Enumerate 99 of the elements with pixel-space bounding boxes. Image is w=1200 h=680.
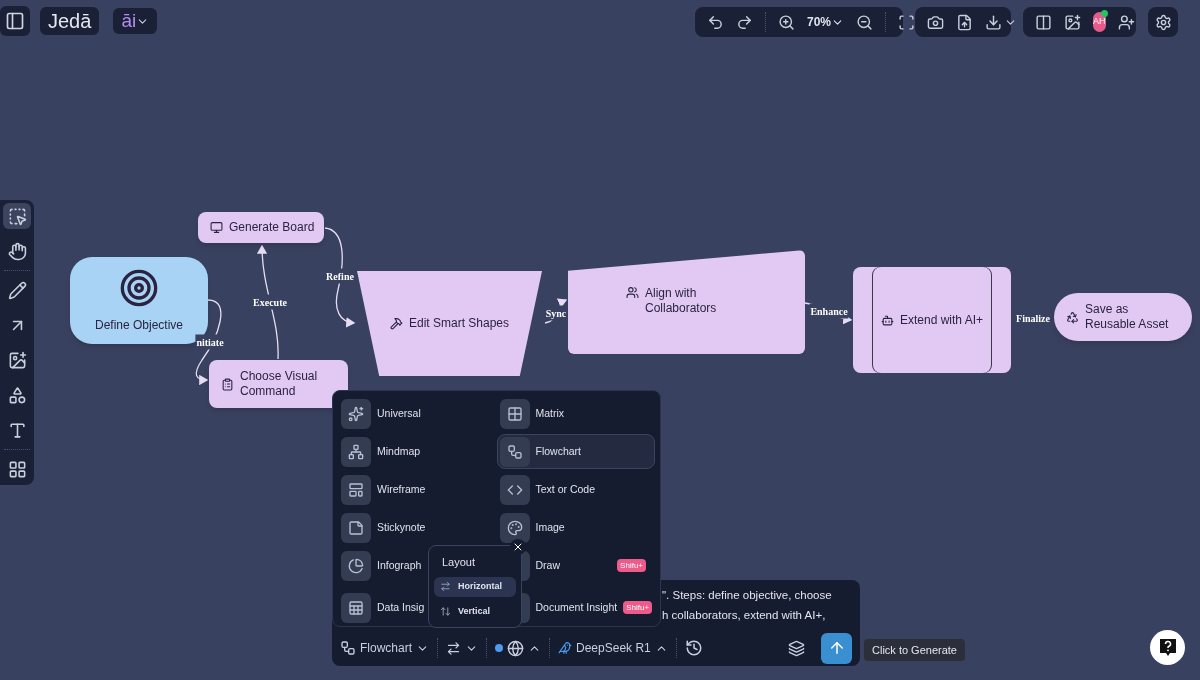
logo[interactable]: Jedā [40, 7, 100, 35]
pie-chart-icon [341, 550, 371, 581]
tooltip: Click to Generate [864, 639, 965, 661]
bird-icon [558, 641, 572, 655]
image-icon [1064, 13, 1081, 31]
prompt-field[interactable]: ". Steps: define objective, choose h collaborators, extend with AI+, [662, 585, 854, 625]
download-icon [985, 13, 1002, 31]
zoom-in-button[interactable] [778, 13, 795, 31]
node-label: Generate Board [229, 220, 315, 235]
grid-icon [499, 398, 530, 429]
edge-label: Enhance [809, 303, 849, 319]
layers-icon [788, 639, 805, 657]
wireframe-icon [341, 474, 371, 505]
target-icon [119, 268, 159, 308]
menu-item[interactable]: Wireframe [338, 472, 497, 507]
node-label: Save as Reusable Asset [1085, 302, 1170, 332]
add-user-button[interactable] [1117, 13, 1135, 31]
image-icon [7, 350, 27, 370]
model-dropdown[interactable]: DeepSeek R1 [558, 639, 668, 657]
settings-button[interactable] [1148, 7, 1178, 37]
edge-label: Execute [252, 294, 288, 310]
edge-label: Sync [544, 305, 568, 321]
plan-badge: Shifu+ [617, 559, 646, 572]
people-icon [626, 286, 639, 299]
sidebar-toggle-button[interactable] [0, 6, 30, 36]
code-icon [499, 474, 530, 505]
redo-icon [736, 13, 753, 31]
image-button[interactable] [1064, 13, 1081, 31]
text-icon [7, 420, 27, 440]
undo-button[interactable] [707, 13, 724, 31]
node-label: Define Objective [94, 318, 183, 333]
help-button[interactable] [1150, 630, 1185, 665]
layout-option[interactable]: Horizontal [434, 576, 516, 597]
flowchart-icon [340, 640, 356, 656]
vertical-arrows-icon [440, 606, 451, 617]
history-button[interactable] [684, 639, 703, 657]
zoom-out-button[interactable] [856, 13, 874, 31]
monitor-icon [210, 221, 223, 234]
layout-dropdown[interactable] [446, 640, 478, 656]
robot-icon [880, 313, 894, 327]
flowchart-icon [499, 436, 530, 467]
menu-item[interactable]: Matrix [496, 396, 655, 431]
layout-button[interactable] [1035, 13, 1052, 31]
sparkles-icon [341, 398, 371, 429]
recycle-icon [1066, 310, 1079, 324]
edge-label: nitiate [195, 334, 225, 350]
sticky-note-icon [341, 512, 371, 543]
zoom-in-icon [778, 13, 795, 31]
camera-icon [927, 13, 944, 31]
web-search-toggle[interactable] [495, 639, 541, 657]
popup-title: Layout [441, 555, 477, 570]
menu-item[interactable]: Stickynote [338, 510, 497, 545]
fullscreen-icon [898, 13, 916, 31]
mindmap-icon [341, 436, 371, 467]
redo-button[interactable] [736, 13, 753, 31]
fullscreen-button[interactable] [898, 13, 916, 31]
zoom-out-icon [856, 13, 874, 31]
sidebar-icon [5, 11, 25, 31]
settings-icon [1154, 13, 1172, 31]
palette-icon [499, 512, 530, 543]
table-icon [341, 592, 371, 623]
add-user-icon [1117, 13, 1135, 31]
shapes-icon [7, 385, 27, 405]
menu-item[interactable]: Flowchart [496, 434, 655, 469]
download-button[interactable] [985, 13, 1017, 31]
menu-item[interactable]: Mindmap [338, 434, 497, 469]
clipboard-icon [221, 377, 234, 391]
edge-label: Refine [325, 268, 355, 284]
swap-arrows-icon [446, 640, 461, 656]
node-label: Choose Visual Command [240, 369, 319, 399]
plan-badge: Shifu+ [623, 601, 653, 614]
menu-item[interactable]: Text or Code [496, 472, 655, 507]
layers-button[interactable] [788, 639, 805, 657]
pencil-icon [7, 280, 27, 300]
close-icon [512, 541, 524, 553]
horizontal-arrows-icon [440, 581, 451, 592]
select-tool[interactable] [3, 203, 31, 229]
grid-icon [7, 459, 27, 479]
menu-item[interactable]: Image [496, 510, 655, 545]
diagram-type-dropdown[interactable]: Flowchart [340, 639, 429, 657]
globe-icon [507, 639, 524, 657]
generate-button[interactable] [821, 632, 852, 664]
layout-option[interactable]: Vertical [434, 601, 516, 622]
upload-button[interactable] [956, 13, 973, 31]
hammer-icon [389, 317, 403, 330]
node-label: Align with Collaborators [645, 286, 718, 316]
history-icon [684, 639, 703, 657]
ai-menu-button[interactable]: āi [113, 8, 158, 34]
menu-item[interactable]: Universal [338, 396, 497, 431]
help-icon [1158, 637, 1177, 658]
zoom-dropdown[interactable]: 70% [807, 13, 845, 31]
node-label: Edit Smart Shapes [408, 316, 510, 331]
camera-button[interactable] [927, 13, 944, 31]
file-upload-icon [956, 13, 973, 31]
node-label: Extend with AI+ [899, 312, 984, 328]
hand-icon [7, 241, 27, 261]
columns-icon [1035, 13, 1052, 31]
select-icon [7, 206, 27, 226]
undo-icon [707, 13, 724, 31]
